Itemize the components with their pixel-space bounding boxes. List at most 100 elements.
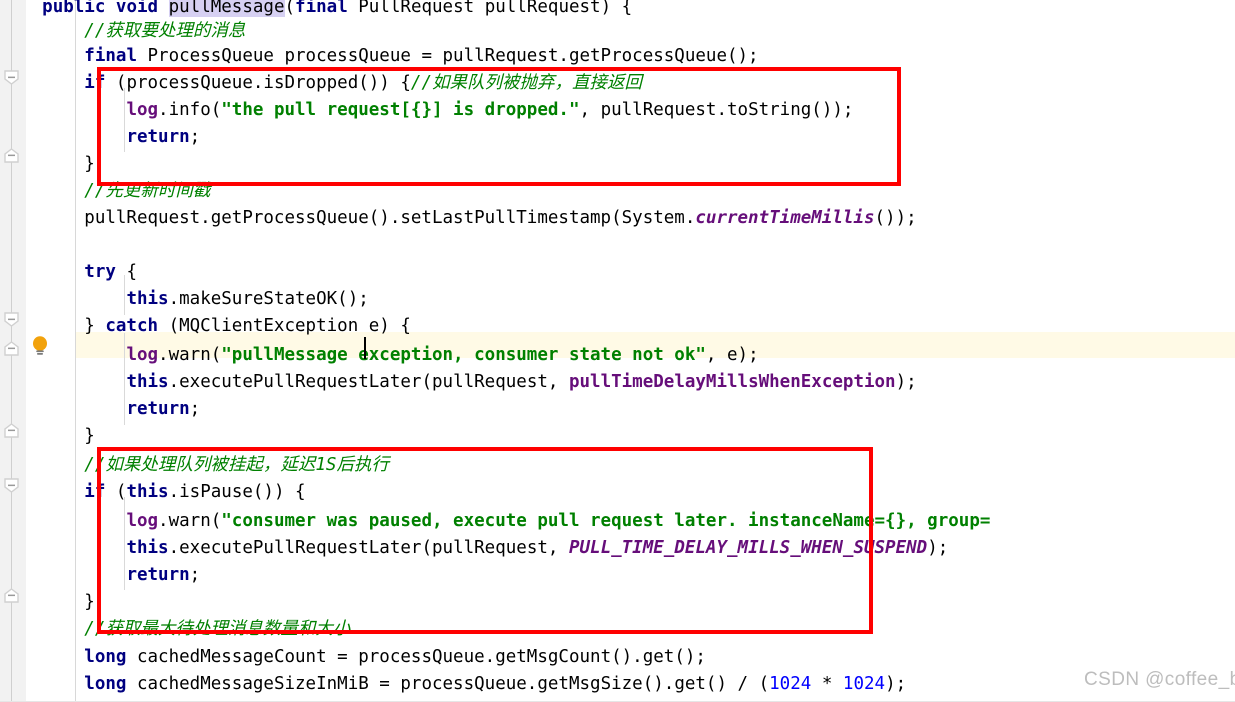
code-token: } — [0, 426, 95, 446]
code-token: } — [0, 154, 95, 174]
code-token: //获取最大待处理消息数量和大小 — [84, 619, 351, 639]
code-line[interactable]: //先更新时间戳 — [0, 178, 210, 205]
code-line[interactable]: return; — [0, 562, 200, 589]
code-token: (processQueue.isDropped()) { — [115, 73, 411, 93]
code-token: //先更新时间戳 — [84, 181, 211, 201]
code-token: long — [84, 647, 137, 667]
code-token: .executePullRequestLater(pullRequest, — [168, 372, 569, 392]
code-line[interactable]: } catch (MQClientException e) { — [0, 313, 411, 340]
code-token: .isPause()) { — [168, 482, 306, 502]
code-token: } — [0, 592, 95, 612]
code-token: (MQClientException e) { — [168, 316, 411, 336]
code-token: this — [126, 538, 169, 558]
code-line[interactable]: //获取最大待处理消息数量和大小 — [0, 616, 350, 643]
code-token: "pullMessage exception, consumer state n… — [221, 345, 706, 365]
code-token: return — [126, 127, 190, 147]
code-line[interactable]: if (processQueue.isDropped()) {//如果队列被抛弃… — [0, 70, 642, 97]
code-line[interactable]: log.info("the pull request[{}] is droppe… — [0, 97, 853, 124]
code-token: log — [126, 100, 159, 120]
code-token: pullTimeDelayMillsWhenException — [568, 372, 896, 392]
code-line[interactable]: } — [0, 151, 95, 178]
code-token: catch — [105, 316, 169, 336]
code-token: ); — [927, 538, 949, 558]
code-line[interactable]: this.executePullRequestLater(pullRequest… — [0, 535, 948, 562]
code-token: ); — [895, 372, 917, 392]
code-token: .warn( — [158, 511, 222, 531]
text-caret — [364, 337, 366, 359]
code-line[interactable]: } — [0, 423, 95, 450]
code-token: ( — [284, 0, 296, 17]
code-token: this — [126, 289, 169, 309]
code-line[interactable]: log.warn("consumer was paused, execute p… — [0, 508, 990, 535]
code-token: if — [84, 73, 116, 93]
watermark: CSDN @coffee_babe — [1084, 669, 1235, 690]
code-token: ()); — [874, 208, 917, 228]
code-token: , pullRequest.toString()); — [579, 100, 854, 120]
code-token: 1024 — [842, 674, 886, 694]
code-line[interactable]: try { — [0, 259, 137, 286]
code-token: PULL_TIME_DELAY_MILLS_WHEN_SUSPEND — [568, 538, 928, 558]
code-token: //获取要处理的消息 — [84, 21, 246, 41]
code-token: } — [0, 316, 106, 336]
code-token: this — [126, 372, 169, 392]
code-token: { — [126, 262, 137, 282]
code-token: ); — [885, 674, 907, 694]
code-line[interactable]: return; — [0, 396, 200, 423]
code-token: ProcessQueue processQueue = pullRequest.… — [147, 46, 759, 66]
code-token: pullMessage — [168, 0, 285, 17]
code-token: return — [126, 399, 190, 419]
code-token: .makeSureStateOK(); — [168, 289, 369, 309]
code-token: * — [811, 674, 843, 694]
code-text[interactable]: public void pullMessage(final PullReques… — [0, 0, 1235, 702]
code-token: this — [126, 482, 169, 502]
code-line[interactable]: //如果处理队列被挂起，延迟1S后执行 — [0, 452, 389, 479]
code-line[interactable]: //获取要处理的消息 — [0, 18, 245, 45]
code-line[interactable]: this.makeSureStateOK(); — [0, 286, 369, 313]
code-token: final — [84, 46, 148, 66]
code-line[interactable]: } — [0, 589, 95, 616]
code-line[interactable]: this.executePullRequestLater(pullRequest… — [0, 369, 917, 396]
code-token: PullRequest pullRequest) { — [358, 0, 633, 17]
code-token: "the pull request[{}] is dropped." — [221, 100, 580, 120]
code-line[interactable]: log.warn("pullMessage exception, consume… — [0, 342, 759, 369]
code-token: pullRequest.getProcessQueue().setLastPul… — [0, 208, 696, 228]
code-token: , e); — [705, 345, 759, 365]
code-token: if — [84, 482, 116, 502]
code-token: try — [84, 262, 127, 282]
code-line[interactable]: if (this.isPause()) { — [0, 479, 306, 506]
code-token: .warn( — [158, 345, 222, 365]
code-line[interactable]: pullRequest.getProcessQueue().setLastPul… — [0, 205, 917, 232]
code-token: long — [84, 674, 137, 694]
code-editor[interactable]: public void pullMessage(final PullReques… — [0, 0, 1235, 702]
code-token: final — [295, 0, 359, 17]
code-token: return — [126, 565, 190, 585]
code-token: "consumer was paused, execute pull reque… — [221, 511, 991, 531]
code-token: ; — [189, 127, 201, 147]
code-token: .executePullRequestLater(pullRequest, — [168, 538, 569, 558]
code-token: ( — [115, 482, 127, 502]
code-token: 1024 — [769, 674, 812, 694]
code-line[interactable]: long cachedMessageSizeInMiB = processQue… — [0, 671, 906, 698]
code-token: log — [126, 511, 159, 531]
code-line[interactable]: final ProcessQueue processQueue = pullRe… — [0, 43, 759, 70]
code-line[interactable]: return; — [0, 124, 200, 151]
code-token: ; — [189, 399, 201, 419]
code-token: currentTimeMillis — [695, 208, 875, 228]
code-line[interactable]: long cachedMessageCount = processQueue.g… — [0, 644, 706, 671]
